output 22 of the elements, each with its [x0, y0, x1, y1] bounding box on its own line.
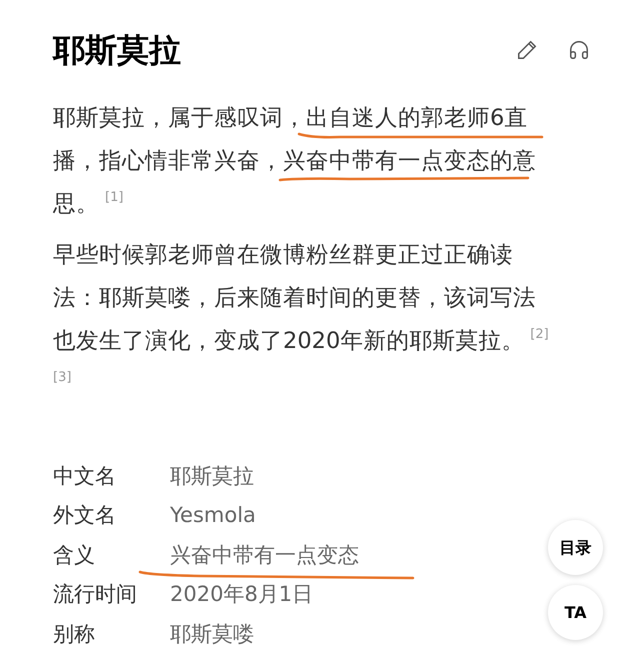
text-line: 播，指心情非常兴奋，兴奋中带有一点变态的意: [53, 147, 536, 175]
citation-link[interactable]: [2]: [530, 327, 549, 343]
text-line: 早些时候郭老师曾在微博粉丝群更正过正确读: [53, 241, 513, 269]
info-label: 外文名: [53, 503, 117, 528]
text-line: 思。: [53, 190, 99, 218]
text-line: 耶斯莫拉，属于感叹词，出自迷人的郭老师6直: [53, 104, 528, 132]
floating-button[interactable]: TA: [548, 585, 603, 640]
info-value: Yesmola: [170, 503, 256, 528]
info-value: 耶斯莫拉: [170, 464, 254, 488]
info-label: 中文名: [53, 464, 117, 488]
info-value: 耶斯莫喽: [170, 622, 254, 646]
floating-button[interactable]: 目录: [548, 520, 603, 575]
text-line: 也发生了演化，变成了2020年新的耶斯莫拉。: [53, 327, 524, 355]
citation-link[interactable]: [1]: [105, 190, 124, 206]
info-value: 兴奋中带有一点变态: [170, 542, 359, 567]
citation-link[interactable]: [3]: [53, 370, 72, 386]
info-label: 含义: [53, 542, 96, 567]
text-line: 法：耶斯莫喽，后来随着时间的更替，该词写法: [53, 284, 536, 312]
page-title: 耶斯莫拉: [53, 34, 181, 66]
info-label: 别称: [53, 622, 96, 646]
info-label: 流行时间: [53, 582, 138, 606]
info-value: 2020年8月1日: [170, 582, 314, 606]
